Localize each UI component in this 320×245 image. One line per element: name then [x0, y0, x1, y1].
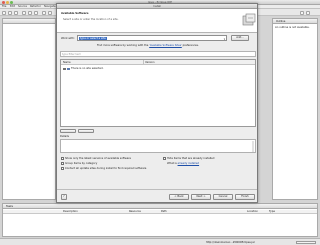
- tasks-tab[interactable]: Tasks: [3, 204, 317, 209]
- back-button[interactable]: < Back: [169, 194, 189, 200]
- package-explorer-panel: [2, 18, 56, 200]
- run-icon[interactable]: [28, 10, 32, 15]
- contact-sites-checkbox[interactable]: [61, 167, 64, 170]
- work-with-combo[interactable]: type or select a site ▾: [77, 35, 227, 41]
- contact-sites-label: Contact all update sites during install …: [65, 167, 147, 170]
- filter-placeholder: type filter text: [62, 53, 81, 56]
- row-text: There is no site selected.: [71, 67, 104, 70]
- status-text: http://download.ec...#0000Eclipse.jar: [206, 241, 255, 244]
- outline-message: An outline is not available.: [275, 26, 310, 29]
- latest-versions-label: Show only the latest versions of availab…: [65, 157, 132, 160]
- search-icon[interactable]: [48, 10, 52, 15]
- work-with-label: Work with:: [61, 37, 75, 40]
- new-icon[interactable]: [2, 10, 6, 15]
- tasks-panel: Tasks Description Resource Path Location…: [2, 203, 318, 237]
- next-button[interactable]: Next >: [191, 194, 211, 200]
- group-by-category-checkbox[interactable]: [61, 162, 64, 165]
- install-wizard-icon: [242, 13, 256, 26]
- details-scrollbar[interactable]: [252, 141, 254, 152]
- print-icon[interactable]: [14, 10, 18, 15]
- what-is-installed-text: What is already installed: [167, 162, 200, 165]
- filter-input[interactable]: type filter text: [60, 51, 256, 57]
- debug-icon[interactable]: [22, 10, 26, 15]
- available-software-sites-link[interactable]: 'Available Software Sites': [149, 44, 182, 47]
- dialog-separator: [57, 189, 257, 190]
- tasks-col-description[interactable]: Description: [63, 210, 78, 213]
- tasks-tab-label: Tasks: [6, 205, 13, 208]
- software-table[interactable]: Name Version There is no site selected.: [60, 59, 256, 127]
- group-by-category-label: Group items by category: [65, 162, 98, 165]
- site-icon: [67, 67, 70, 70]
- latest-versions-checkbox[interactable]: [61, 157, 64, 160]
- finish-button[interactable]: Finish: [235, 194, 255, 200]
- java-perspective-icon[interactable]: [306, 10, 310, 15]
- save-icon[interactable]: [8, 10, 12, 15]
- dialog-banner: Available Software Select a site or ente…: [57, 9, 257, 33]
- hide-installed-checkbox[interactable]: [163, 157, 166, 160]
- outline-tab[interactable]: Outline: [273, 19, 317, 24]
- dialog-header: Available Software: [61, 12, 89, 15]
- tasks-col-resource[interactable]: Resource: [129, 210, 141, 213]
- find-more-text: Find more software by working with the '…: [97, 44, 199, 47]
- status-bar: http://download.ec...#0000Eclipse.jar: [0, 238, 320, 245]
- help-button[interactable]: ?: [61, 194, 67, 200]
- open-perspective-icon[interactable]: [300, 10, 304, 15]
- software-table-header: Name Version: [61, 60, 255, 65]
- new-java-project-icon[interactable]: [42, 10, 46, 15]
- outline-panel: Outline An outline is not available.: [272, 18, 318, 200]
- select-all-button[interactable]: [60, 129, 76, 133]
- column-divider: [143, 60, 144, 65]
- col-version[interactable]: Version: [145, 61, 155, 64]
- install-dialog: Install Available Software Select a site…: [56, 3, 258, 203]
- package-explorer-tab[interactable]: [3, 19, 55, 24]
- tasks-header: Description Resource Path Location Type: [3, 210, 317, 214]
- hide-installed-label: Hide items that are already installed: [167, 157, 215, 160]
- row-checkbox[interactable]: [63, 67, 66, 70]
- already-installed-link[interactable]: already installed: [178, 162, 200, 165]
- work-with-value: type or select a site: [79, 37, 107, 40]
- deselect-all-button[interactable]: [78, 129, 94, 133]
- add-site-button[interactable]: Add...: [231, 35, 249, 41]
- details-label: Details: [60, 135, 69, 138]
- cancel-button[interactable]: Cancel: [213, 194, 233, 200]
- progress-indicator: [296, 241, 316, 244]
- tasks-col-location[interactable]: Location: [247, 210, 258, 213]
- tasks-col-path[interactable]: Path: [161, 210, 167, 213]
- external-tools-icon[interactable]: [34, 10, 38, 15]
- tasks-col-type[interactable]: Type: [269, 210, 275, 213]
- col-name[interactable]: Name: [63, 61, 71, 64]
- dialog-subtitle: Select a site or enter the location of a…: [63, 18, 119, 21]
- chevron-down-icon[interactable]: ▾: [224, 38, 225, 41]
- details-area: [60, 139, 256, 153]
- table-row[interactable]: There is no site selected.: [63, 67, 143, 71]
- outline-tab-label: Outline: [276, 20, 286, 23]
